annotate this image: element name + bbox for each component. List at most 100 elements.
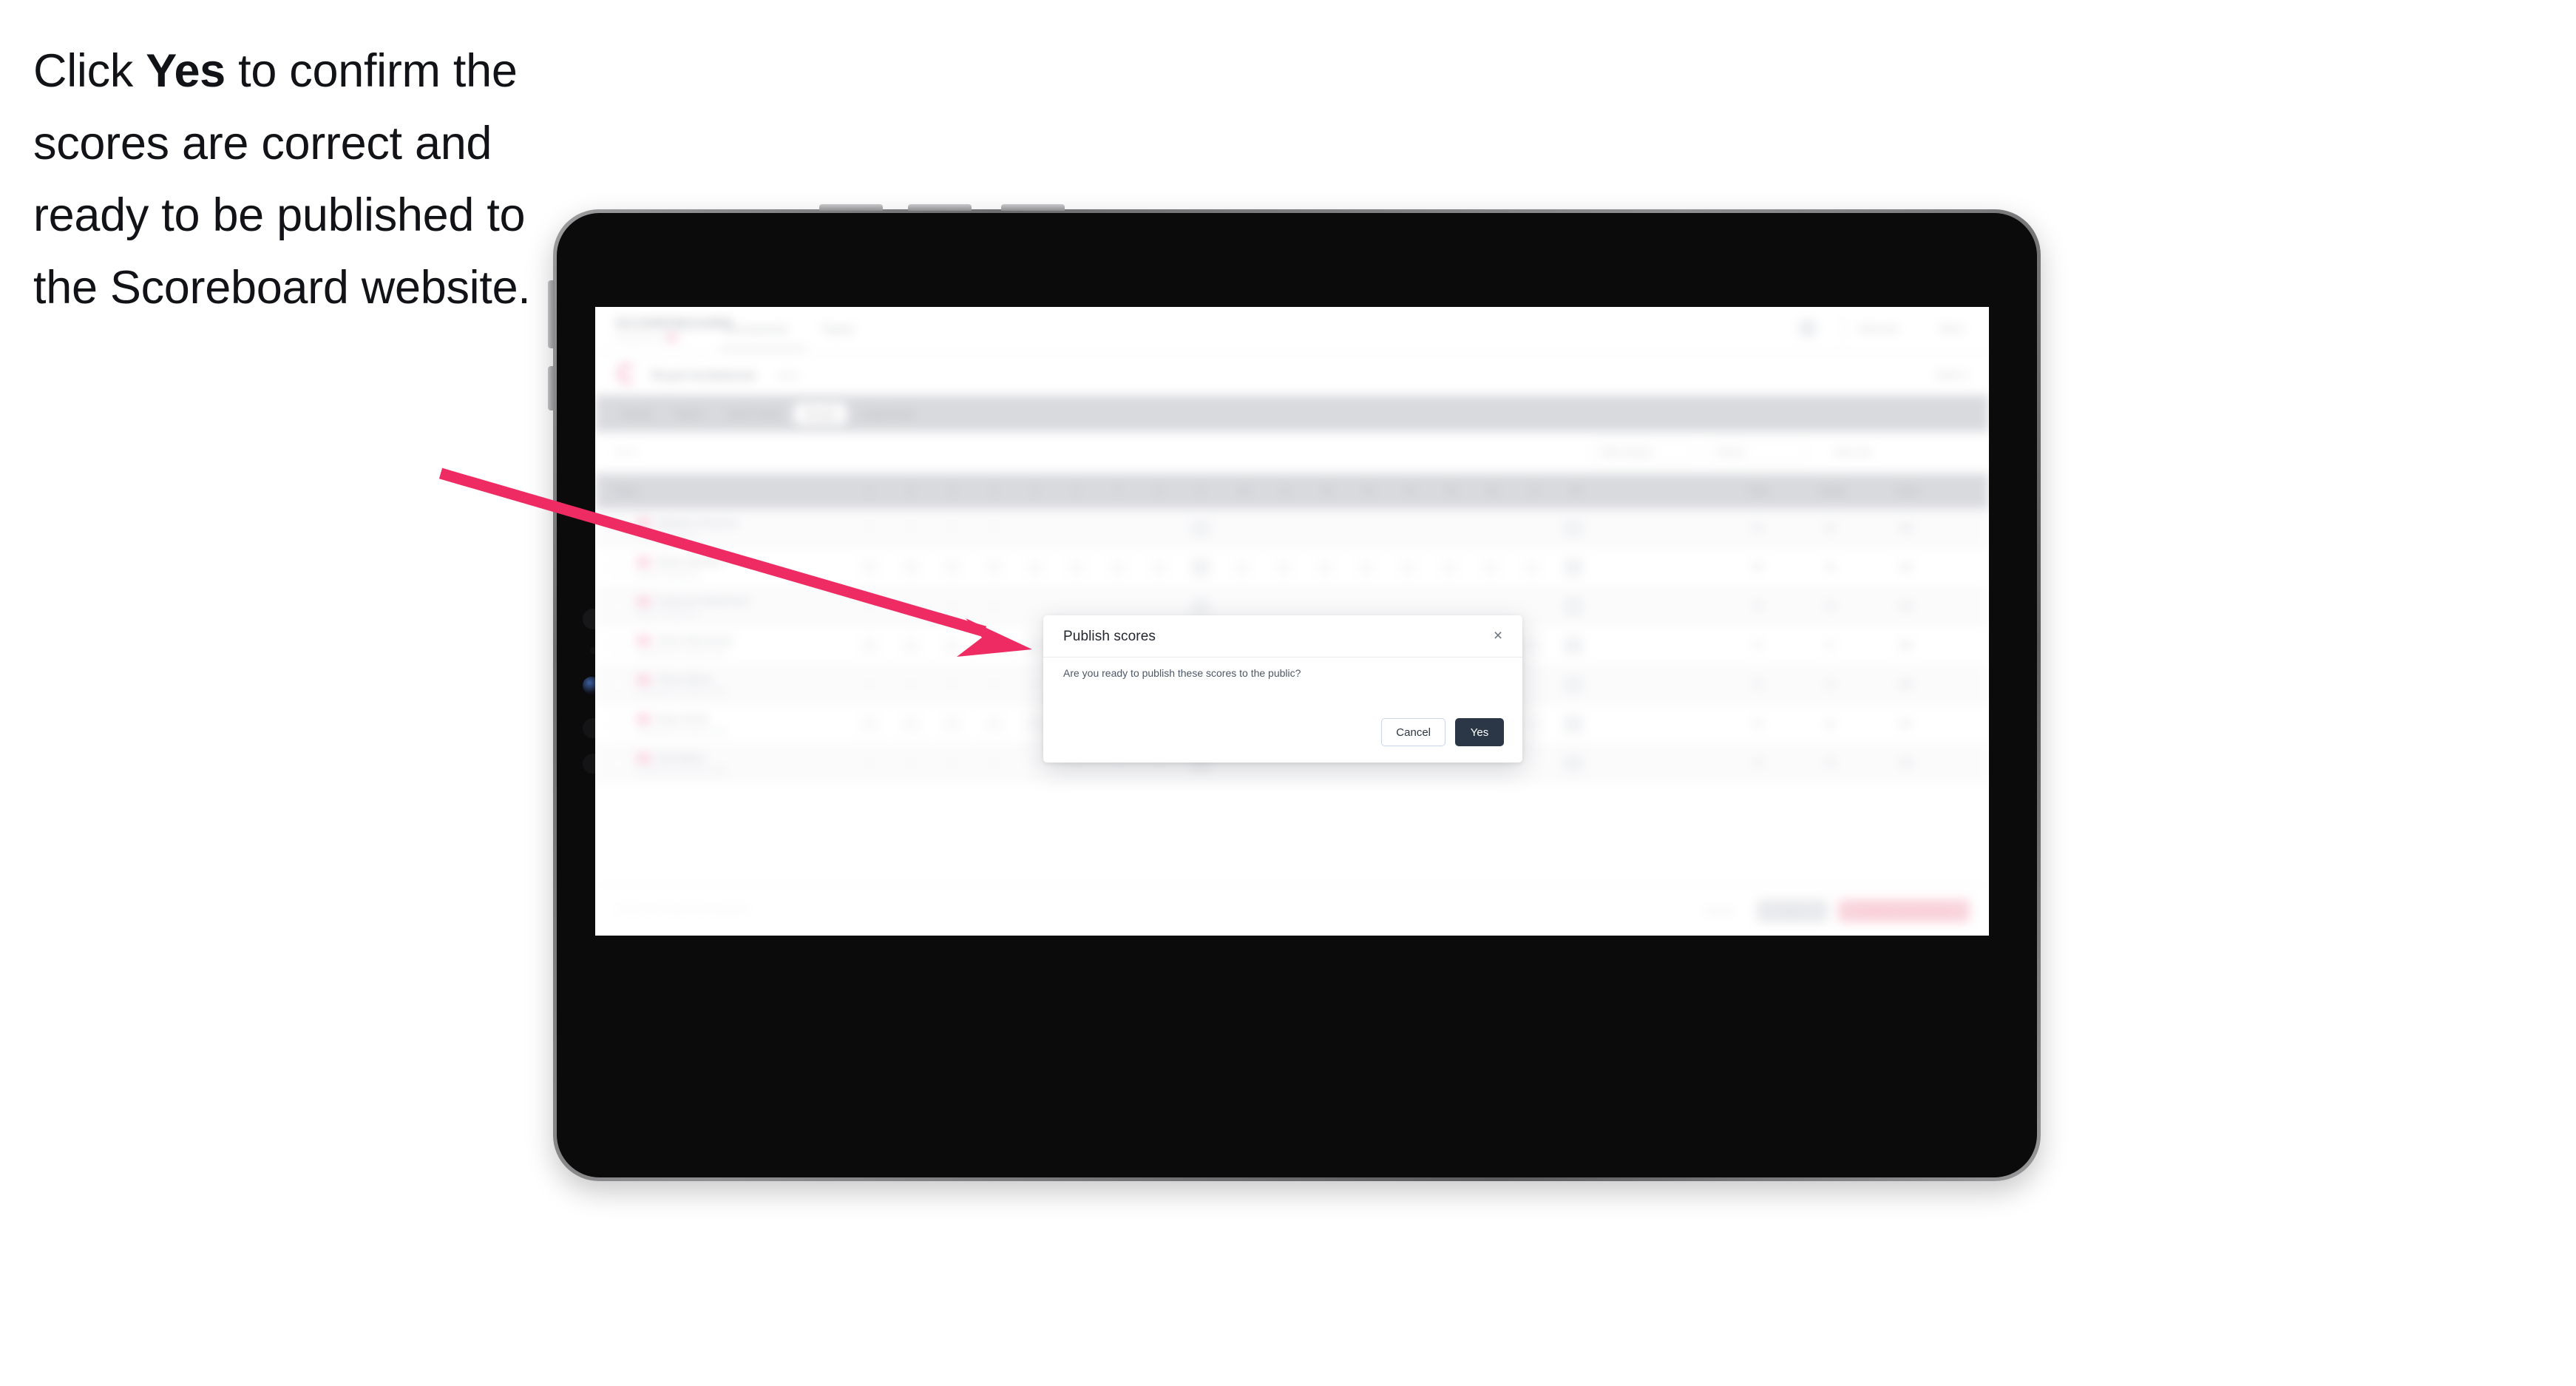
tab-details[interactable]: Details: [611, 403, 662, 425]
score-cell[interactable]: 4: [1026, 715, 1045, 733]
score-cell[interactable]: [1440, 519, 1459, 537]
score-cell[interactable]: [1564, 519, 1583, 537]
score-cell[interactable]: 4: [943, 598, 962, 615]
score-cell[interactable]: 4: [943, 637, 962, 655]
score-cell[interactable]: 4: [984, 598, 1003, 615]
score-cell[interactable]: [1233, 558, 1252, 576]
score-cell[interactable]: [1067, 558, 1086, 576]
score-cell[interactable]: [1150, 598, 1169, 615]
score-cell[interactable]: [1067, 598, 1086, 615]
score-cell[interactable]: [1026, 598, 1045, 615]
score-cell[interactable]: [1564, 558, 1583, 576]
score-cell[interactable]: 5: [860, 637, 879, 655]
score-cell[interactable]: [1564, 715, 1583, 733]
score-cell[interactable]: 4: [943, 715, 962, 733]
close-icon[interactable]: ×: [1488, 626, 1508, 645]
score-cell[interactable]: 5: [984, 715, 1003, 733]
score-cell[interactable]: [1026, 519, 1045, 537]
tablet-top-button-3[interactable]: [1001, 204, 1065, 211]
score-cell[interactable]: 4: [1026, 676, 1045, 694]
score-cell[interactable]: [1440, 558, 1459, 576]
filter-team-info-select[interactable]: Team info: [1823, 441, 1968, 463]
score-cell[interactable]: [1274, 519, 1293, 537]
score-cell[interactable]: 4: [984, 519, 1003, 537]
row-checkbox[interactable]: [613, 757, 624, 768]
nav-item-tournaments[interactable]: Tournaments: [724, 323, 788, 336]
score-cell[interactable]: [1067, 519, 1086, 537]
score-cell[interactable]: [1191, 519, 1210, 537]
score-cell[interactable]: [1108, 519, 1128, 537]
row-checkbox[interactable]: [613, 640, 624, 651]
score-cell[interactable]: [1191, 598, 1210, 615]
table-row[interactable]: Matthew Simpson Royal Invitational 4 4 3 4 68 1…: [595, 509, 1989, 548]
score-cell[interactable]: 5: [860, 754, 879, 772]
score-cell[interactable]: [1191, 558, 1210, 576]
score-cell[interactable]: 5: [943, 676, 962, 694]
score-cell[interactable]: [1315, 598, 1335, 615]
score-cell[interactable]: [1564, 754, 1583, 772]
score-cell[interactable]: [1522, 676, 1542, 694]
score-cell[interactable]: 4: [860, 598, 879, 615]
score-cell[interactable]: 4: [984, 676, 1003, 694]
score-cell[interactable]: [1440, 598, 1459, 615]
score-cell[interactable]: 4: [984, 558, 1003, 576]
score-cell[interactable]: [1233, 598, 1252, 615]
score-cell[interactable]: [1357, 598, 1376, 615]
score-cell[interactable]: [1481, 558, 1500, 576]
score-cell[interactable]: 4: [901, 754, 921, 772]
score-cell[interactable]: [1233, 519, 1252, 537]
filter-division-select[interactable]: Filter division: [1591, 441, 1692, 463]
tab-leaderboard[interactable]: Leaderboard: [850, 403, 925, 425]
score-cell[interactable]: 5: [901, 558, 921, 576]
score-cell[interactable]: [1150, 558, 1169, 576]
score-cell[interactable]: [1026, 558, 1045, 576]
score-cell[interactable]: 4: [943, 558, 962, 576]
score-cell[interactable]: [1108, 598, 1128, 615]
score-cell[interactable]: 4: [984, 637, 1003, 655]
header-menu-button[interactable]: Menu: [1939, 323, 1964, 334]
score-cell[interactable]: 5: [901, 715, 921, 733]
tab-teams[interactable]: Teams: [665, 403, 714, 425]
tablet-top-button-2[interactable]: [908, 204, 972, 211]
row-checkbox[interactable]: [613, 679, 624, 690]
nav-item-teams[interactable]: Teams: [821, 323, 854, 336]
score-cell[interactable]: 4: [943, 754, 962, 772]
score-cell[interactable]: [1398, 519, 1417, 537]
score-cell[interactable]: [1564, 598, 1583, 615]
score-cell[interactable]: [1398, 598, 1417, 615]
row-checkbox[interactable]: [613, 601, 624, 612]
score-cell[interactable]: [1522, 519, 1542, 537]
score-cell[interactable]: 4: [901, 598, 921, 615]
footer-publish-button[interactable]: Publish to Scoreboard: [1838, 899, 1970, 922]
score-cell[interactable]: [1481, 519, 1500, 537]
yes-button[interactable]: Yes: [1455, 718, 1504, 746]
score-cell[interactable]: 3: [943, 519, 962, 537]
score-cell[interactable]: 4: [901, 519, 921, 537]
score-cell[interactable]: [1522, 754, 1542, 772]
score-cell[interactable]: [1108, 558, 1128, 576]
score-cell[interactable]: 4: [1026, 637, 1045, 655]
score-cell[interactable]: [1274, 598, 1293, 615]
table-row[interactable]: Ethan Randall Royal Invitational 4 5 4 4 69 18 1…: [595, 548, 1989, 587]
score-cell[interactable]: [1398, 558, 1417, 576]
footer-cancel-button[interactable]: Cancel: [1692, 899, 1745, 922]
score-cell[interactable]: [1150, 519, 1169, 537]
tablet-volume-down-button[interactable]: [548, 366, 555, 410]
score-cell[interactable]: [1522, 598, 1542, 615]
tablet-volume-up-button[interactable]: [548, 280, 555, 348]
score-cell[interactable]: 4: [860, 715, 879, 733]
score-cell[interactable]: [1522, 637, 1542, 655]
score-cell[interactable]: [1522, 558, 1542, 576]
score-cell[interactable]: [1481, 598, 1500, 615]
score-cell[interactable]: [1564, 676, 1583, 694]
footer-save-button[interactable]: Save: [1757, 899, 1828, 922]
score-cell[interactable]: [1315, 558, 1335, 576]
score-cell[interactable]: 5: [1026, 754, 1045, 772]
score-cell[interactable]: [1274, 558, 1293, 576]
score-cell[interactable]: 4: [860, 676, 879, 694]
avatar[interactable]: [1798, 319, 1817, 338]
row-checkbox[interactable]: [613, 522, 624, 533]
score-cell[interactable]: [1315, 519, 1335, 537]
score-cell[interactable]: [1564, 637, 1583, 655]
tablet-top-button-1[interactable]: [819, 204, 883, 211]
